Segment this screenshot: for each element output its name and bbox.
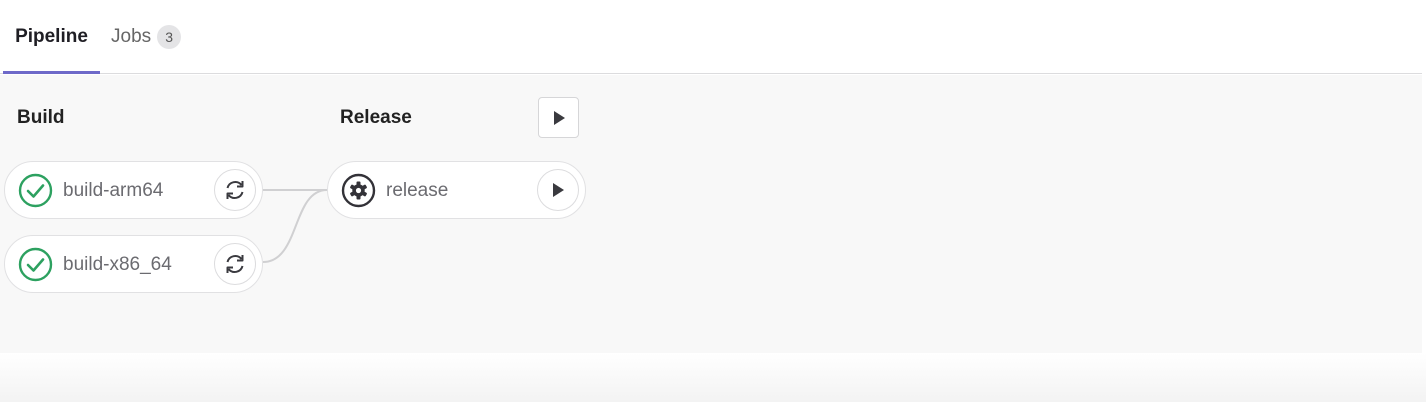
retry-icon	[226, 181, 244, 199]
tab-pipeline-label: Pipeline	[15, 25, 88, 47]
jobs-count-badge: 3	[157, 24, 182, 49]
stage-title-release: Release	[340, 107, 412, 128]
job-release[interactable]: release	[327, 161, 586, 219]
job-name: release	[386, 180, 449, 201]
retry-icon	[226, 255, 244, 273]
tab-pipeline[interactable]: Pipeline	[3, 0, 100, 74]
job-name: build-arm64	[63, 180, 164, 201]
job-build-x86-64[interactable]: build-x86_64	[4, 235, 263, 293]
tab-jobs[interactable]: Jobs 3	[111, 0, 182, 73]
job-build-arm64[interactable]: build-arm64	[4, 161, 263, 219]
play-icon	[553, 183, 564, 197]
stage-release-play-button[interactable]	[538, 97, 579, 138]
gear-icon	[341, 173, 376, 208]
stage-title-build: Build	[17, 107, 65, 128]
check-circle-icon	[18, 247, 53, 282]
play-button[interactable]	[537, 169, 579, 211]
page-footer-area	[0, 353, 1426, 402]
retry-button[interactable]	[214, 243, 256, 285]
job-name: build-x86_64	[63, 254, 172, 275]
check-circle-icon	[18, 173, 53, 208]
retry-button[interactable]	[214, 169, 256, 211]
tab-bar: Pipeline Jobs 3	[0, 0, 1422, 74]
play-icon	[553, 110, 565, 125]
tab-jobs-label: Jobs	[111, 25, 152, 47]
